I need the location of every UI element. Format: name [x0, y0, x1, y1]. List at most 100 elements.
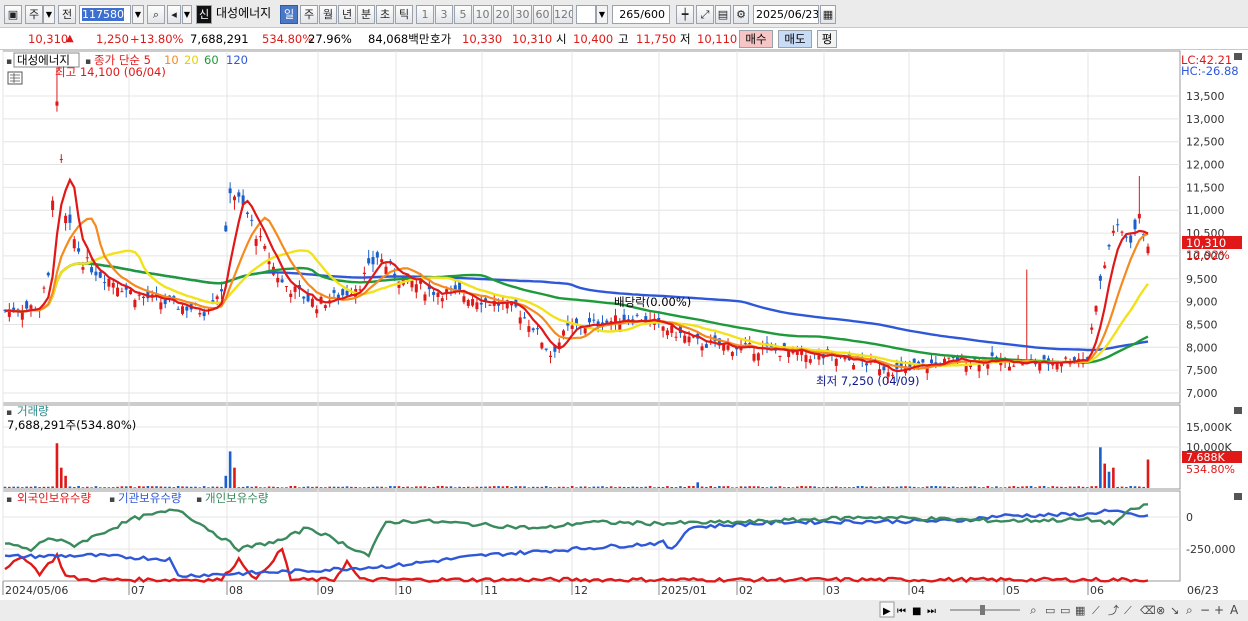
volume-bar: [1107, 471, 1111, 488]
trend-icon[interactable]: ⤴: [1108, 603, 1119, 617]
zoom-search-icon[interactable]: ⌕: [1030, 603, 1037, 617]
text-size-icon[interactable]: A: [1230, 603, 1239, 617]
tab-period-second[interactable]: 초: [376, 5, 394, 24]
tab-period-month[interactable]: 월: [319, 5, 337, 24]
candle-body: [116, 287, 120, 297]
tab-period-year[interactable]: 년: [338, 5, 356, 24]
holding-collapse-icon[interactable]: [1234, 493, 1242, 500]
volume-bar: [1116, 486, 1119, 488]
copy-icon[interactable]: ▭: [1060, 604, 1070, 617]
interval-10[interactable]: 10: [473, 5, 492, 24]
candle-body: [1090, 327, 1094, 330]
draw-line-icon[interactable]: ⟋: [1092, 604, 1100, 617]
up-arrow-icon: ▲: [66, 33, 74, 44]
volume-bar: [1029, 486, 1033, 488]
low-annotation: 최저 7,250 (04/09): [816, 374, 920, 388]
price-y-tick: 11,000: [1186, 204, 1225, 217]
chart-type-icon[interactable]: ⤢: [696, 5, 714, 24]
volume-bar: [830, 487, 834, 488]
candle-body: [661, 326, 665, 331]
count-value: 265: [619, 8, 641, 21]
buy-button[interactable]: 매수: [739, 30, 773, 48]
pointer-icon[interactable]: ↘: [1170, 604, 1179, 617]
stock-code-input[interactable]: 117580: [79, 5, 131, 24]
candle-body: [436, 292, 440, 297]
candle-body: [562, 330, 566, 336]
eraser-icon[interactable]: ⌫: [1140, 604, 1156, 617]
fast-forward-icon[interactable]: ⏭: [927, 606, 936, 617]
interval-1[interactable]: 1: [416, 5, 434, 24]
volume-bar: [640, 487, 643, 488]
volume-bar: [1142, 486, 1145, 488]
interval-30[interactable]: 30: [513, 5, 532, 24]
code-dropdown[interactable]: ▼: [132, 5, 144, 24]
interval-20[interactable]: 20: [493, 5, 512, 24]
count-total: /600: [640, 8, 665, 21]
interval-60[interactable]: 60: [533, 5, 552, 24]
candle-body: [111, 282, 115, 288]
tab-period-week[interactable]: 주: [300, 5, 318, 24]
candle-body: [250, 219, 254, 221]
volume-bar: [289, 486, 293, 488]
volume-bar: [679, 486, 682, 488]
price-collapse-icon[interactable]: [1234, 53, 1242, 60]
volume-collapse-icon[interactable]: [1234, 407, 1242, 414]
date-input[interactable]: 2025/06/23: [753, 5, 819, 24]
speaker-dropdown[interactable]: ▼: [182, 5, 192, 24]
volume-bar: [98, 487, 102, 488]
candle-body: [700, 346, 704, 351]
volume-bar: [930, 486, 933, 488]
count-input[interactable]: 265/600: [612, 5, 670, 24]
interval-120[interactable]: 120: [553, 5, 573, 24]
layout-icon[interactable]: ▣: [4, 5, 22, 24]
pattern-icon[interactable]: ⟋: [1124, 604, 1132, 617]
volume-bar: [59, 467, 63, 488]
tab-period-minute[interactable]: 분: [357, 5, 375, 24]
prev-button[interactable]: 전: [58, 5, 76, 24]
volume-bar: [1099, 447, 1102, 488]
x-tick-label: 05: [1006, 584, 1020, 597]
tab-period-tick[interactable]: 틱: [395, 5, 413, 24]
calendar-icon[interactable]: ▦: [820, 5, 836, 24]
candle-style-icon[interactable]: ┿: [676, 5, 694, 24]
zoom-in-icon[interactable]: +: [1214, 603, 1224, 617]
candle-body: [683, 335, 687, 343]
evaluate-button[interactable]: 평: [817, 30, 837, 48]
volume-bar: [700, 486, 704, 488]
tab-period-day[interactable]: 일: [280, 5, 298, 24]
search-icon[interactable]: ⌕: [147, 5, 165, 24]
market-dropdown[interactable]: ▼: [43, 5, 55, 24]
stop-icon[interactable]: ■: [912, 606, 921, 617]
volume-bar: [280, 487, 284, 488]
interval-5[interactable]: 5: [454, 5, 472, 24]
sell-button[interactable]: 매도: [778, 30, 812, 48]
gear-icon[interactable]: ⚙: [733, 5, 749, 24]
chart-area[interactable]: 13,50013,00012,50012,00011,50011,00010,5…: [0, 50, 1248, 621]
candle-body: [1137, 213, 1141, 219]
window-icon[interactable]: ▭: [1045, 604, 1055, 617]
volume-bar: [869, 486, 873, 488]
interval-dropdown[interactable]: ▼: [596, 5, 608, 24]
speaker-icon[interactable]: ◂: [167, 5, 181, 24]
zoom-slider-handle[interactable]: [980, 605, 985, 615]
candle-body: [536, 328, 540, 330]
volume-bar: [267, 486, 271, 488]
volume-bar: [198, 487, 202, 488]
volume-bar: [527, 487, 531, 488]
volume-bar: [12, 486, 15, 488]
volume-bar: [250, 486, 254, 488]
candle-body: [198, 312, 202, 315]
candle-body: [1120, 231, 1124, 233]
layout-grid-icon[interactable]: ▦: [1075, 604, 1085, 617]
candle-body: [245, 212, 249, 214]
save-icon[interactable]: ▤: [715, 5, 731, 24]
rewind-icon[interactable]: ⏮: [897, 606, 906, 617]
zoom-icon[interactable]: ⌕: [1186, 603, 1193, 617]
new-button[interactable]: 신: [196, 5, 212, 24]
magnet-icon[interactable]: ⊗: [1156, 604, 1165, 617]
zoom-out-icon[interactable]: −: [1200, 603, 1210, 617]
open-label: 시: [556, 32, 567, 46]
market-button[interactable]: 주: [25, 5, 43, 24]
interval-3[interactable]: 3: [435, 5, 453, 24]
interval-custom-input[interactable]: [576, 5, 596, 24]
